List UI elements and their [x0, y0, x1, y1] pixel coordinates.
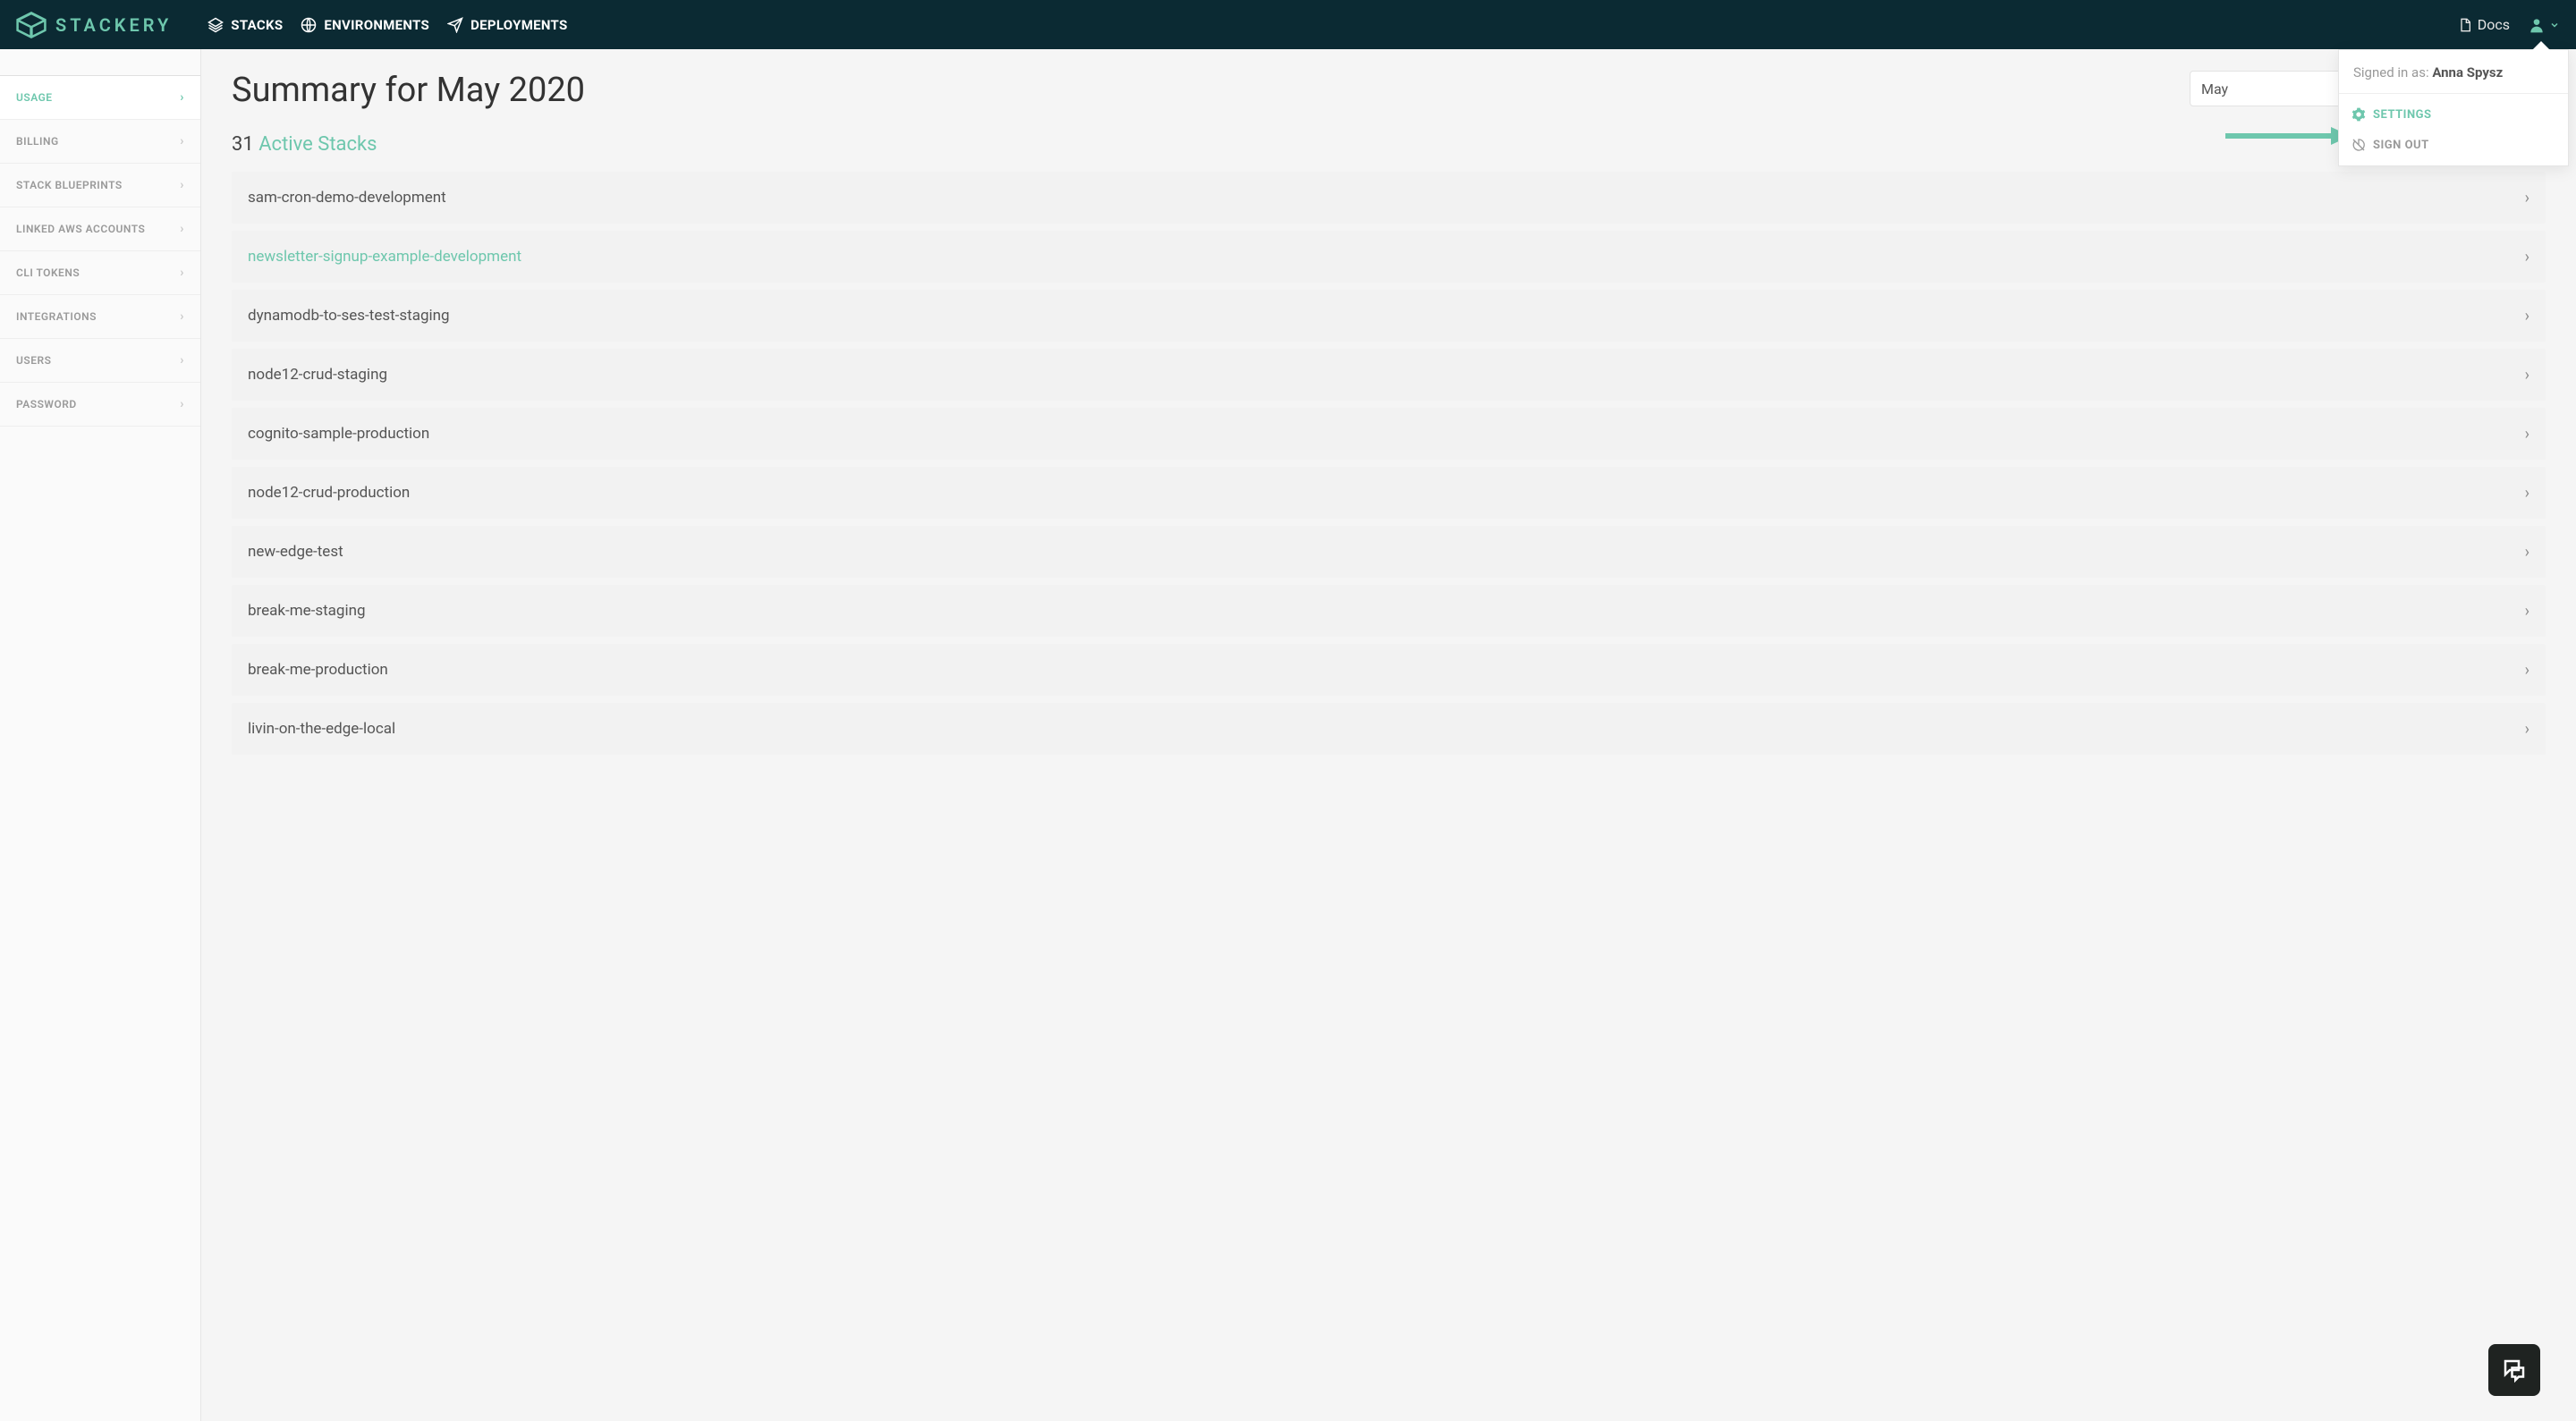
signed-in-row: Signed in as: Anna Spysz: [2339, 50, 2568, 94]
chevron-right-icon: ›: [180, 353, 184, 368]
sidebar-item-label: USAGE: [16, 91, 53, 104]
sidebar-item-stack-blueprints[interactable]: STACK BLUEPRINTS ›: [0, 163, 200, 207]
user-menu-settings-label: SETTINGS: [2373, 108, 2432, 122]
stack-row[interactable]: dynamodb-to-ses-test-staging ›: [232, 290, 2546, 342]
user-menu-signout[interactable]: SIGN OUT: [2339, 130, 2568, 160]
sidebar-item-usage[interactable]: USAGE ›: [0, 75, 200, 120]
stack-row[interactable]: node12-crud-staging ›: [232, 349, 2546, 401]
chevron-right-icon: ›: [180, 266, 184, 280]
brand-text: STACKERY: [55, 14, 172, 36]
stack-name: livin-on-the-edge-local: [248, 720, 395, 738]
layers-icon: [208, 17, 224, 33]
stack-name: node12-crud-staging: [248, 366, 387, 384]
user-menu-settings[interactable]: SETTINGS: [2339, 99, 2568, 130]
user-menu-signout-label: SIGN OUT: [2373, 139, 2429, 152]
nav-stacks[interactable]: STACKS: [208, 17, 283, 33]
stack-row[interactable]: newsletter-signup-example-development ›: [232, 231, 2546, 283]
sidebar-item-label: INTEGRATIONS: [16, 310, 97, 323]
stack-name: break-me-staging: [248, 602, 366, 620]
nav-stacks-label: STACKS: [231, 17, 283, 33]
user-dropdown: Signed in as: Anna Spysz SETTINGS SIGN O…: [2338, 49, 2569, 166]
chevron-right-icon: ›: [2525, 661, 2529, 680]
chevron-right-icon: ›: [180, 178, 184, 192]
stack-name: cognito-sample-production: [248, 425, 429, 443]
chevron-right-icon: ›: [180, 134, 184, 148]
chevron-right-icon: ›: [2525, 484, 2529, 503]
chevron-right-icon: ›: [180, 90, 184, 105]
document-icon: [2458, 17, 2472, 33]
signed-in-prefix: Signed in as:: [2353, 64, 2432, 80]
stack-row[interactable]: new-edge-test ›: [232, 526, 2546, 578]
sidebar-item-integrations[interactable]: INTEGRATIONS ›: [0, 294, 200, 339]
chevron-right-icon: ›: [2525, 366, 2529, 385]
nav-deployments[interactable]: DEPLOYMENTS: [447, 17, 567, 33]
chat-button[interactable]: [2488, 1344, 2540, 1396]
page-title: Summary for May 2020: [232, 71, 585, 110]
sidebar-item-billing[interactable]: BILLING ›: [0, 119, 200, 164]
stack-row[interactable]: node12-crud-production ›: [232, 467, 2546, 519]
stack-name: node12-crud-production: [248, 484, 410, 502]
sidebar-item-label: CLI TOKENS: [16, 266, 80, 279]
topbar: STACKERY STACKS ENVIRONMENTS DEPLOYMENTS…: [0, 0, 2576, 49]
nav-environments[interactable]: ENVIRONMENTS: [301, 17, 429, 33]
stack-row[interactable]: break-me-production ›: [232, 644, 2546, 696]
chevron-right-icon: ›: [180, 222, 184, 236]
primary-nav: STACKS ENVIRONMENTS DEPLOYMENTS: [208, 17, 567, 33]
globe-icon: [301, 17, 317, 33]
chevron-right-icon: ›: [180, 397, 184, 411]
chevron-right-icon: ›: [2525, 543, 2529, 562]
chevron-right-icon: ›: [2525, 602, 2529, 621]
sidebar-item-label: USERS: [16, 354, 51, 367]
sidebar-item-label: PASSWORD: [16, 398, 77, 410]
user-menu-trigger[interactable]: [2528, 16, 2560, 34]
sidebar-item-label: LINKED AWS ACCOUNTS: [16, 223, 145, 235]
count-number: 31: [232, 133, 254, 156]
stack-row[interactable]: sam-cron-demo-development ›: [232, 172, 2546, 224]
nav-environments-label: ENVIRONMENTS: [324, 17, 429, 33]
sidebar-item-label: STACK BLUEPRINTS: [16, 179, 123, 191]
stackery-icon: [16, 12, 47, 38]
count-label[interactable]: Active Stacks: [258, 133, 377, 156]
stack-name: new-edge-test: [248, 543, 343, 561]
sidebar: USAGE›BILLING›STACK BLUEPRINTS›LINKED AW…: [0, 49, 201, 1421]
user-icon: [2528, 16, 2546, 34]
active-stacks-count: 31 Active Stacks: [232, 133, 2546, 156]
chevron-right-icon: ›: [2525, 425, 2529, 444]
send-icon: [447, 17, 463, 33]
stack-name: sam-cron-demo-development: [248, 189, 446, 207]
chat-icon: [2501, 1357, 2528, 1383]
docs-label: Docs: [2478, 16, 2510, 33]
sidebar-item-linked-aws-accounts[interactable]: LINKED AWS ACCOUNTS ›: [0, 207, 200, 251]
stack-name: dynamodb-to-ses-test-staging: [248, 307, 450, 325]
docs-link[interactable]: Docs: [2458, 16, 2510, 33]
nav-deployments-label: DEPLOYMENTS: [470, 17, 567, 33]
user-name: Anna Spysz: [2432, 64, 2503, 80]
sidebar-item-users[interactable]: USERS ›: [0, 338, 200, 383]
chevron-right-icon: ›: [2525, 248, 2529, 266]
power-off-icon: [2351, 138, 2366, 152]
chevron-right-icon: ›: [2525, 189, 2529, 207]
month-select-value: May: [2201, 80, 2228, 97]
sidebar-item-label: BILLING: [16, 135, 59, 148]
stack-name: newsletter-signup-example-development: [248, 248, 521, 266]
brand-logo[interactable]: STACKERY: [16, 12, 172, 38]
chevron-right-icon: ›: [180, 309, 184, 324]
chevron-right-icon: ›: [2525, 307, 2529, 326]
stack-row[interactable]: cognito-sample-production ›: [232, 408, 2546, 460]
stack-name: break-me-production: [248, 661, 388, 679]
sidebar-item-password[interactable]: PASSWORD ›: [0, 382, 200, 427]
chevron-right-icon: ›: [2525, 720, 2529, 739]
stack-row[interactable]: break-me-staging ›: [232, 585, 2546, 637]
gear-icon: [2351, 107, 2366, 122]
sidebar-item-cli-tokens[interactable]: CLI TOKENS ›: [0, 250, 200, 295]
stack-list: sam-cron-demo-development›newsletter-sig…: [232, 172, 2546, 755]
stack-row[interactable]: livin-on-the-edge-local ›: [232, 703, 2546, 755]
chevron-down-icon: [2549, 20, 2560, 30]
main-content: Summary for May 2020 May 2020 31: [201, 49, 2576, 1421]
